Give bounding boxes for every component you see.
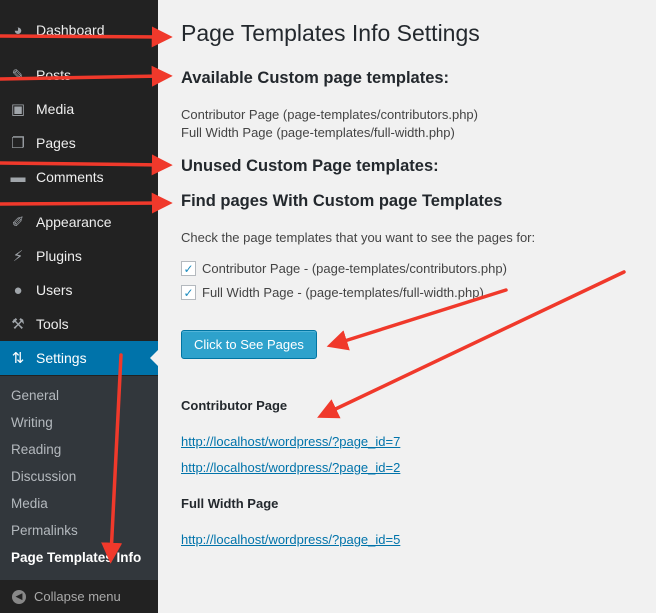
available-templates-heading: Available Custom page templates:	[181, 69, 450, 87]
submenu-reading[interactable]: Reading	[11, 442, 61, 457]
collapse-label: Collapse menu	[34, 589, 121, 604]
template-item: Full Width Page (page-templates/full-wid…	[181, 125, 455, 140]
plugin-icon: ⚡	[12, 248, 24, 265]
full-width-checkbox[interactable]: ✓	[181, 285, 196, 300]
checkbox-row: ✓ Full Width Page - (page-templates/full…	[181, 285, 484, 300]
main-content: Page Templates Info Settings Available C…	[181, 0, 651, 613]
settings-submenu: General Writing Reading Discussion Media…	[0, 376, 158, 580]
submenu-discussion[interactable]: Discussion	[11, 469, 76, 484]
result-link[interactable]: http://localhost/wordpress/?page_id=2	[181, 460, 400, 475]
menu-plugins[interactable]: ⚡ Plugins	[0, 239, 158, 273]
menu-users[interactable]: ● Users	[0, 273, 158, 307]
menu-label: Media	[36, 101, 75, 117]
menu-settings[interactable]: ⇅ Settings	[0, 341, 158, 375]
menu-appearance[interactable]: ✐ Appearance	[0, 205, 158, 239]
unused-templates-heading: Unused Custom Page templates:	[181, 157, 439, 175]
submenu-writing[interactable]: Writing	[11, 415, 53, 430]
collapse-menu-button[interactable]: ◀ Collapse menu	[0, 580, 158, 613]
submenu-general[interactable]: General	[11, 388, 59, 403]
menu-label: Pages	[36, 135, 76, 151]
contributor-checkbox[interactable]: ✓	[181, 261, 196, 276]
menu-label: Settings	[36, 350, 87, 366]
menu-label: Users	[36, 282, 73, 298]
menu-tools[interactable]: ⚒ Tools	[0, 307, 158, 341]
submenu-permalinks[interactable]: Permalinks	[11, 523, 78, 538]
menu-label: Appearance	[36, 214, 112, 230]
menu-label: Plugins	[36, 248, 82, 264]
checkbox-label: Contributor Page - (page-templates/contr…	[202, 261, 507, 276]
page-title: Page Templates Info Settings	[181, 20, 480, 46]
result-heading: Contributor Page	[181, 398, 288, 413]
user-icon: ●	[13, 281, 23, 299]
menu-media[interactable]: ▣ Media	[0, 92, 158, 126]
menu-label: Posts	[36, 67, 72, 83]
menu-dashboard[interactable]: ◕ Dashboard	[0, 13, 158, 47]
menu-comments[interactable]: ▬ Comments	[0, 160, 158, 194]
dashboard-icon: ◕	[13, 21, 23, 39]
menu-label: Dashboard	[36, 22, 105, 38]
pin-icon: ✎	[11, 67, 25, 84]
pages-icon: ❐	[11, 135, 25, 152]
comment-icon: ▬	[10, 168, 26, 186]
menu-label: Tools	[36, 316, 69, 332]
submenu-page-templates-info[interactable]: Page Templates Info	[11, 550, 141, 565]
menu-posts[interactable]: ✎ Posts	[0, 58, 158, 92]
find-pages-heading: Find pages With Custom page Templates	[181, 192, 503, 210]
menu-label: Comments	[36, 169, 104, 185]
result-heading: Full Width Page	[181, 496, 279, 511]
menu-pages[interactable]: ❐ Pages	[0, 126, 158, 160]
brush-icon: ✐	[11, 214, 25, 231]
submenu-media[interactable]: Media	[11, 496, 48, 511]
wrench-icon: ⚒	[11, 316, 25, 333]
admin-sidebar: ◕ Dashboard ✎ Posts ▣ Media ❐ Pages ▬ Co…	[0, 0, 158, 613]
template-item: Contributor Page (page-templates/contrib…	[181, 107, 478, 122]
media-icon: ▣	[10, 101, 26, 118]
checkbox-label: Full Width Page - (page-templates/full-w…	[202, 285, 484, 300]
instruction-text: Check the page templates that you want t…	[181, 230, 536, 245]
result-link[interactable]: http://localhost/wordpress/?page_id=7	[181, 434, 400, 449]
collapse-icon: ◀	[12, 589, 26, 604]
settings-icon: ⇅	[11, 350, 25, 367]
see-pages-button[interactable]: Click to See Pages	[181, 330, 317, 359]
checkbox-row: ✓ Contributor Page - (page-templates/con…	[181, 261, 507, 276]
result-link[interactable]: http://localhost/wordpress/?page_id=5	[181, 532, 400, 547]
